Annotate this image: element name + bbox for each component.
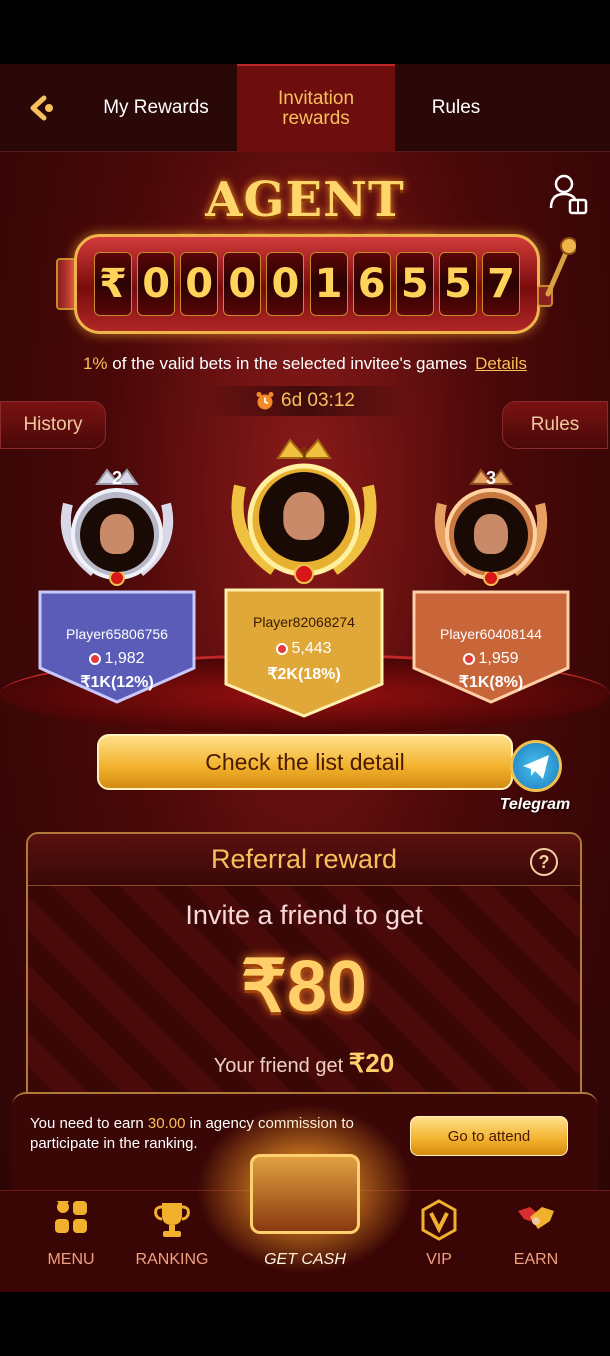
chip-icon xyxy=(463,652,476,665)
jackpot-digit: 0 xyxy=(223,252,262,316)
player-score: 1,959 xyxy=(410,650,572,668)
player-name: Player65806756 xyxy=(66,626,168,642)
jackpot-digit: 5 xyxy=(395,252,434,316)
nav-earn[interactable]: EARN xyxy=(486,1191,586,1292)
app-screen: My Rewards Invitation rewards Rules AGEN… xyxy=(0,64,610,1292)
jackpot-digit: 0 xyxy=(180,252,219,316)
slot-lever-icon xyxy=(536,234,578,334)
avatar xyxy=(80,498,154,572)
player-reward: ₹2K(18%) xyxy=(267,666,341,683)
tab-label: My Rewards xyxy=(103,97,209,118)
chip-icon xyxy=(89,652,102,665)
nav-menu[interactable]: MENU xyxy=(21,1191,121,1292)
jackpot-percent: 1% xyxy=(82,354,108,373)
player-name: Player60408144 xyxy=(440,626,542,642)
invite-text: Invite a friend to get xyxy=(185,900,423,930)
go-to-attend-button[interactable]: Go to attend xyxy=(410,1116,568,1156)
rank-number: 2 xyxy=(111,468,122,488)
telegram-button[interactable]: Telegram xyxy=(490,740,580,816)
referral-header: Referral reward ? xyxy=(28,834,580,886)
score-value: 1,982 xyxy=(104,650,145,667)
telegram-label: Telegram xyxy=(499,796,571,813)
jackpot-description: 1% of the valid bets in the selected inv… xyxy=(0,354,610,374)
vip-badge-icon xyxy=(421,1199,457,1241)
help-icon[interactable]: ? xyxy=(530,848,558,876)
currency-digit: ₹ xyxy=(94,252,132,316)
check-list-detail-button[interactable]: Check the list detail xyxy=(97,734,513,790)
rules-label: Rules xyxy=(530,414,580,435)
get-cash-chest[interactable] xyxy=(196,1104,414,1274)
tab-rules[interactable]: Rules xyxy=(400,64,512,152)
podium-card-rank-3[interactable]: 3 Player60408144 1,959 ₹1K(8%) xyxy=(410,464,572,704)
tab-invitation-rewards[interactable]: Invitation rewards xyxy=(237,64,395,152)
alarm-clock-icon xyxy=(256,392,274,410)
referral-reward-panel: Referral reward ? Invite a friend to get… xyxy=(26,832,582,1132)
avatar xyxy=(259,472,349,562)
referral-amount: ₹80 xyxy=(241,947,367,1027)
trophy-icon xyxy=(154,1203,190,1237)
details-link[interactable]: Details xyxy=(475,354,527,373)
score-value: 5,443 xyxy=(291,640,332,657)
player-name: Player82068274 xyxy=(253,614,355,630)
avatar xyxy=(454,498,528,572)
rank-number: 1 xyxy=(298,444,309,464)
podium-card-rank-2[interactable]: 2 Player65806756 1,982 ₹1K(12%) xyxy=(36,464,198,704)
handshake-icon xyxy=(518,1207,554,1229)
friend-amount: ₹20 xyxy=(348,1048,395,1078)
countdown-timer: 6d 03:12 xyxy=(200,386,410,416)
jackpot-digit: 0 xyxy=(137,252,176,316)
history-tab[interactable]: History xyxy=(0,401,106,449)
score-value: 1,959 xyxy=(478,650,519,667)
tab-label: Invitation rewards xyxy=(277,88,355,129)
jackpot-info-text: of the valid bets in the selected invite… xyxy=(107,354,468,373)
rank-number: 3 xyxy=(485,468,496,488)
status-bar-area xyxy=(0,0,610,64)
nav-label: MENU xyxy=(47,1251,95,1268)
system-nav-area xyxy=(0,1292,610,1356)
tab-label: Rules xyxy=(431,97,481,118)
chip-icon xyxy=(276,642,289,655)
tab-my-rewards[interactable]: My Rewards xyxy=(80,64,232,152)
jackpot-counter: ₹ 0 0 0 0 1 6 5 5 7 xyxy=(56,234,578,334)
timer-text: 6d 03:12 xyxy=(281,390,355,411)
player-score: 5,443 xyxy=(222,640,386,658)
telegram-icon xyxy=(510,740,562,792)
player-reward: ₹1K(8%) xyxy=(458,674,524,691)
player-score: 1,982 xyxy=(36,650,198,668)
menu-grid-icon xyxy=(55,1201,87,1233)
history-label: History xyxy=(23,414,83,435)
referral-title: Referral reward xyxy=(210,844,398,874)
back-arrow-icon xyxy=(30,95,53,121)
slot-digits: ₹ 0 0 0 0 1 6 5 5 7 xyxy=(94,252,520,316)
notice-prefix: You need to earn xyxy=(30,1115,148,1132)
rules-side-tab[interactable]: Rules xyxy=(502,401,608,449)
player-reward: ₹1K(12%) xyxy=(80,674,154,691)
treasure-chest-icon xyxy=(250,1154,360,1234)
podium-card-rank-1[interactable]: 1 Player82068274 5,443 ₹2K(18%) xyxy=(222,434,386,720)
invite-friend-icon[interactable] xyxy=(548,172,588,216)
jackpot-digit: 5 xyxy=(438,252,477,316)
friend-reward: Your friend get ₹20 xyxy=(28,1048,580,1079)
friend-text: Your friend get xyxy=(213,1055,349,1077)
jackpot-digit: 1 xyxy=(309,252,348,316)
top-tab-bar: My Rewards Invitation rewards Rules xyxy=(0,64,610,152)
jackpot-digit: 7 xyxy=(481,252,520,316)
nav-label: EARN xyxy=(513,1251,559,1268)
back-button[interactable] xyxy=(22,90,58,126)
notice-amount: 30.00 xyxy=(147,1115,186,1132)
jackpot-digit: 6 xyxy=(352,252,391,316)
jackpot-digit: 0 xyxy=(266,252,305,316)
